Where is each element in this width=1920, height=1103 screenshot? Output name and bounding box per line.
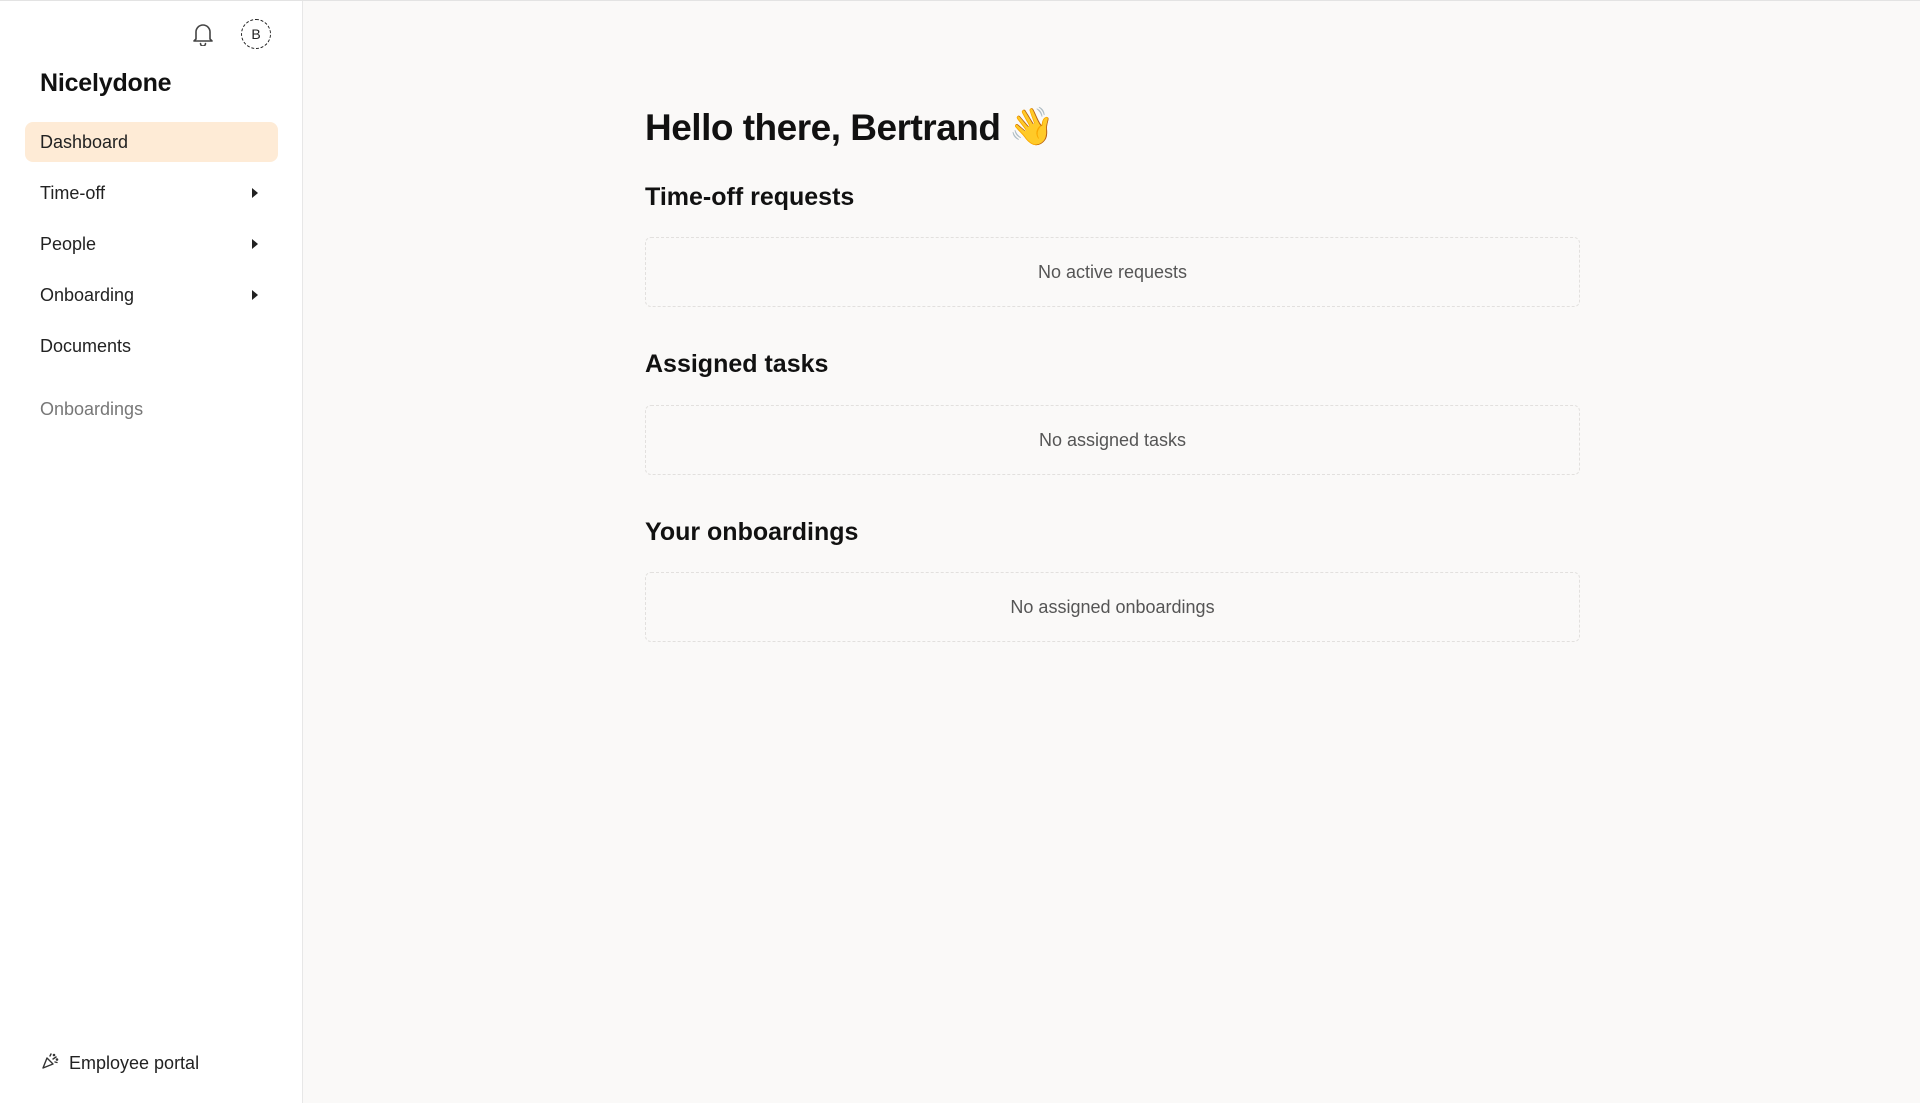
sidebar-section-label: Onboardings bbox=[40, 399, 144, 419]
caret-right-icon bbox=[252, 290, 258, 300]
bell-icon[interactable] bbox=[187, 18, 219, 50]
greeting-text: Hello there, Bertrand bbox=[645, 106, 1001, 148]
sidebar-item-people[interactable]: People bbox=[25, 224, 278, 264]
your-onboardings-empty: No assigned onboardings bbox=[645, 572, 1580, 642]
sidebar-nav: Dashboard Time-off People Onboarding Doc… bbox=[25, 122, 278, 377]
your-onboardings-heading: Your onboardings bbox=[645, 518, 859, 546]
sidebar-item-time-off[interactable]: Time-off bbox=[25, 173, 278, 213]
caret-right-icon bbox=[252, 239, 258, 249]
employee-portal-link[interactable]: Employee portal bbox=[41, 1052, 199, 1075]
sidebar-item-label: Onboarding bbox=[40, 284, 135, 305]
sidebar-item-onboarding[interactable]: Onboarding bbox=[25, 275, 278, 315]
time-off-requests-empty: No active requests bbox=[645, 237, 1580, 307]
employee-portal-label: Employee portal bbox=[69, 1053, 200, 1073]
sidebar-item-documents[interactable]: Documents bbox=[25, 326, 278, 366]
page-title: Hello there, Bertrand 👋 bbox=[645, 106, 1055, 149]
avatar[interactable]: B bbox=[241, 19, 271, 49]
party-popper-icon bbox=[41, 1052, 59, 1075]
time-off-requests-heading: Time-off requests bbox=[645, 183, 855, 211]
sidebar-top-actions: B bbox=[187, 18, 271, 50]
sidebar-item-label: Documents bbox=[40, 335, 132, 356]
waving-hand-icon: 👋 bbox=[1008, 106, 1055, 147]
sidebar: B Nicelydone Dashboard Time-off People O… bbox=[0, 1, 303, 1103]
app-window: B Nicelydone Dashboard Time-off People O… bbox=[0, 0, 1920, 1103]
assigned-tasks-empty: No assigned tasks bbox=[645, 405, 1580, 475]
assigned-tasks-heading: Assigned tasks bbox=[645, 350, 829, 378]
sidebar-item-dashboard[interactable]: Dashboard bbox=[25, 122, 278, 162]
caret-right-icon bbox=[252, 188, 258, 198]
sidebar-item-label: Dashboard bbox=[40, 131, 129, 152]
sidebar-item-label: Time-off bbox=[40, 182, 106, 203]
brand-name: Nicelydone bbox=[40, 69, 172, 97]
sidebar-item-label: People bbox=[40, 233, 97, 254]
